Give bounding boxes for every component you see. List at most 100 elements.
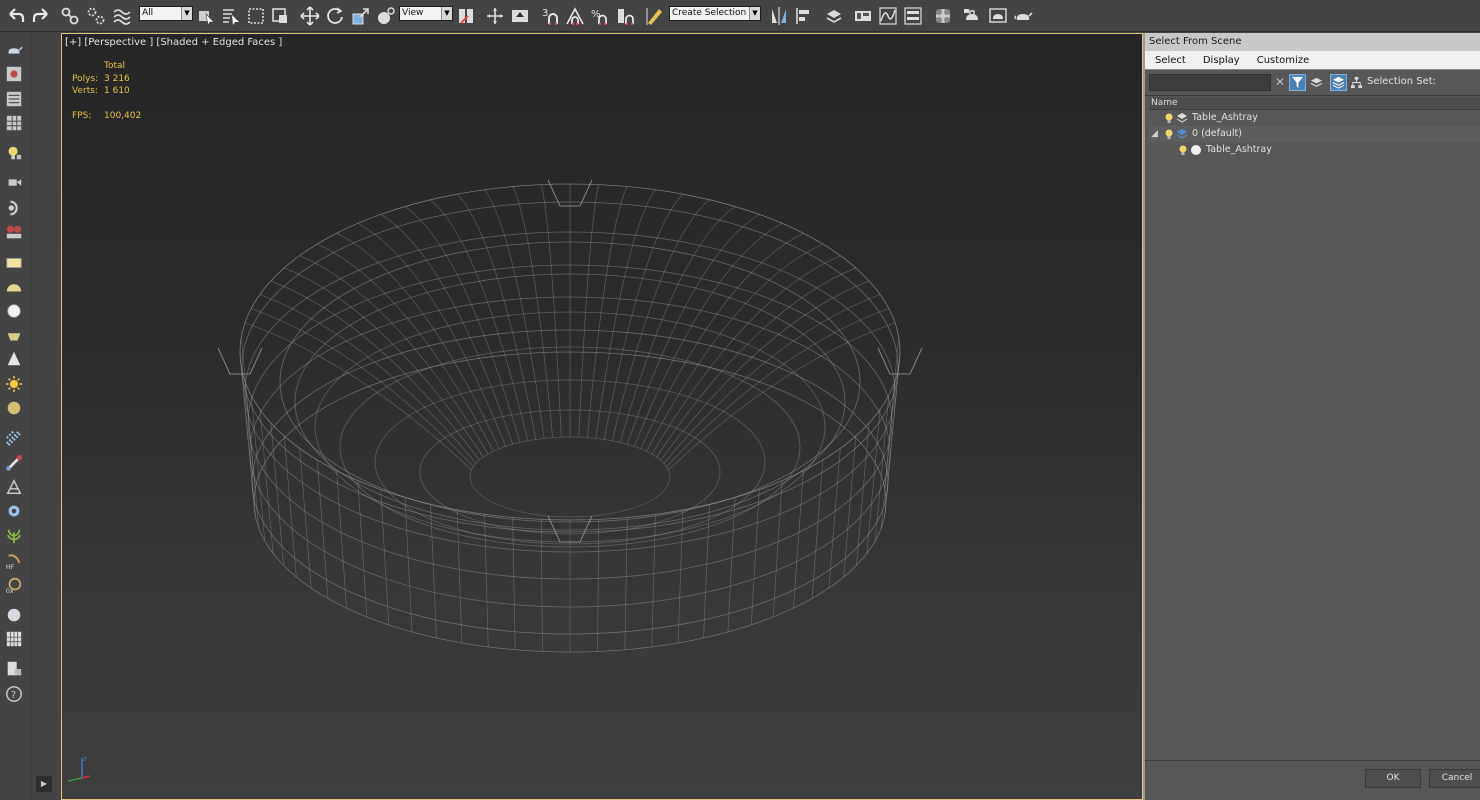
gear-icon[interactable] — [3, 500, 25, 522]
select-object-icon[interactable] — [194, 4, 218, 28]
rotate-icon[interactable] — [323, 4, 347, 28]
panel-title[interactable]: Select From Scene — [1145, 33, 1480, 51]
unlink-icon[interactable] — [84, 4, 108, 28]
window-crossing-icon[interactable] — [268, 4, 292, 28]
search-input[interactable] — [1149, 74, 1271, 91]
fps-value: 100,402 — [104, 111, 142, 121]
mirror-icon[interactable] — [767, 4, 791, 28]
hair-fur-icon[interactable]: HF — [3, 550, 25, 572]
reference-coordinate-dropdown[interactable]: View ▼ — [399, 6, 453, 21]
lightbulb-icon[interactable] — [1163, 128, 1175, 140]
render-setup-icon[interactable] — [960, 4, 984, 28]
foliage-icon[interactable] — [3, 525, 25, 547]
viewport-label[interactable]: [+] [Perspective ] [Shaded + Edged Faces… — [65, 37, 282, 48]
snap-toggle-icon[interactable]: 3 — [539, 4, 563, 28]
main-toolbar: All ▼ View ▼ 3 % Create Selection Se ▼ — [0, 0, 1480, 32]
named-selection-set-value: Create Selection Se — [672, 8, 761, 18]
menu-customize[interactable]: Customize — [1257, 55, 1310, 66]
cameras-icon[interactable] — [3, 172, 25, 194]
percent-snap-icon[interactable]: % — [589, 4, 613, 28]
render-elements-icon[interactable] — [3, 628, 25, 650]
tree-row[interactable]: ◢ 0 (default) — [1149, 126, 1480, 142]
ok-button[interactable]: OK — [1365, 769, 1421, 788]
bone-icon[interactable] — [3, 452, 25, 474]
hemisphere-icon[interactable] — [3, 276, 25, 298]
rect-selection-icon[interactable] — [244, 4, 268, 28]
bind-spacewarp-icon[interactable] — [110, 4, 134, 28]
chevron-down-icon[interactable]: ◢ — [1151, 126, 1158, 142]
material-editor-icon[interactable] — [931, 4, 955, 28]
layer-manager-icon[interactable] — [822, 4, 846, 28]
rendered-frame-icon[interactable] — [986, 4, 1010, 28]
tree-row[interactable]: Table_Ashtray — [1149, 142, 1480, 158]
ribbon-icon[interactable] — [851, 4, 875, 28]
selection-set-label: Selection Set: — [1367, 76, 1437, 87]
command-strip: HF 0x ? — [0, 33, 30, 800]
cone-icon[interactable] — [3, 348, 25, 370]
manipulate-icon[interactable] — [483, 4, 507, 28]
tree-row-label: Table_Ashtray — [1192, 112, 1258, 123]
sort-by-layer-icon[interactable] — [1330, 74, 1347, 91]
plane-icon[interactable] — [3, 252, 25, 274]
lightbulb-icon[interactable] — [3, 142, 25, 164]
render-teapot-icon[interactable] — [1011, 4, 1035, 28]
named-selection-set-dropdown[interactable]: Create Selection Se ▼ — [669, 6, 761, 21]
systems-icon[interactable] — [3, 221, 25, 243]
redo-icon[interactable] — [29, 4, 53, 28]
teapot-icon[interactable] — [3, 39, 25, 61]
help-icon[interactable]: ? — [3, 683, 25, 705]
lightbulb-icon[interactable] — [1177, 144, 1189, 156]
use-pivot-icon[interactable] — [454, 4, 478, 28]
edit-named-sets-icon[interactable] — [643, 4, 667, 28]
grid-window-icon[interactable] — [3, 112, 25, 134]
selection-filter-dropdown[interactable]: All ▼ — [139, 6, 193, 21]
scale-icon[interactable] — [349, 4, 373, 28]
curve-editor-icon[interactable] — [876, 4, 900, 28]
angle-snap-icon[interactable] — [563, 4, 587, 28]
hierarchy-icon[interactable] — [1348, 74, 1365, 91]
cancel-button[interactable]: Cancel — [1429, 769, 1480, 788]
particles-icon[interactable] — [3, 427, 25, 449]
chevron-down-icon: ▼ — [441, 7, 452, 20]
file-icon[interactable] — [3, 658, 25, 680]
fps-label: FPS: — [72, 111, 92, 121]
tree-row[interactable]: Table_Ashtray — [1149, 110, 1480, 126]
sun-icon[interactable] — [3, 373, 25, 395]
schematic-view-icon[interactable] — [901, 4, 925, 28]
link-icon[interactable] — [58, 4, 82, 28]
expand-panel-icon[interactable]: ▶ — [36, 776, 52, 792]
viewport-statistics: Total Polys: 3 216 Verts: 1 610 FPS: 100,40… — [72, 60, 141, 123]
panel-footer: OK Cancel — [1145, 760, 1480, 800]
clear-search-icon[interactable]: ✕ — [1273, 75, 1287, 89]
chevron-down-icon: ▼ — [181, 7, 192, 20]
list-window-icon[interactable] — [3, 88, 25, 110]
3dsmax-window: All ▼ View ▼ 3 % Create Selection Se ▼ H… — [0, 0, 1480, 800]
sphere-icon[interactable] — [3, 300, 25, 322]
spinner-snap-icon[interactable] — [614, 4, 638, 28]
polys-label: Polys: — [72, 73, 99, 84]
select-by-name-icon[interactable] — [218, 4, 242, 28]
biped-icon[interactable] — [3, 476, 25, 498]
menu-display[interactable]: Display — [1203, 55, 1240, 66]
svg-text:0x: 0x — [6, 588, 14, 594]
menu-select[interactable]: Select — [1155, 55, 1186, 66]
svg-text:?: ? — [11, 690, 16, 701]
align-icon[interactable] — [792, 4, 816, 28]
column-header-name[interactable]: Name — [1149, 97, 1480, 110]
placement-icon[interactable] — [374, 4, 398, 28]
cloth-icon[interactable]: 0x — [3, 574, 25, 596]
layers-icon[interactable] — [1308, 74, 1325, 91]
keyboard-shortcut-icon[interactable] — [508, 4, 532, 28]
render-frame-window-icon[interactable] — [3, 63, 25, 85]
bowl-icon[interactable] — [3, 325, 25, 347]
perspective-viewport[interactable]: [+] [Perspective ] [Shaded + Edged Faces… — [61, 33, 1143, 800]
geosphere-icon[interactable] — [3, 397, 25, 419]
undo-icon[interactable] — [4, 4, 28, 28]
object-sphere-icon — [1191, 145, 1201, 155]
tree-row-label: Table_Ashtray — [1206, 144, 1272, 155]
lightbulb-icon[interactable] — [1163, 112, 1175, 124]
filter-icon[interactable] — [1289, 74, 1306, 91]
helpers-icon[interactable] — [3, 197, 25, 219]
material-sphere-icon[interactable] — [3, 604, 25, 626]
move-icon[interactable] — [298, 4, 322, 28]
